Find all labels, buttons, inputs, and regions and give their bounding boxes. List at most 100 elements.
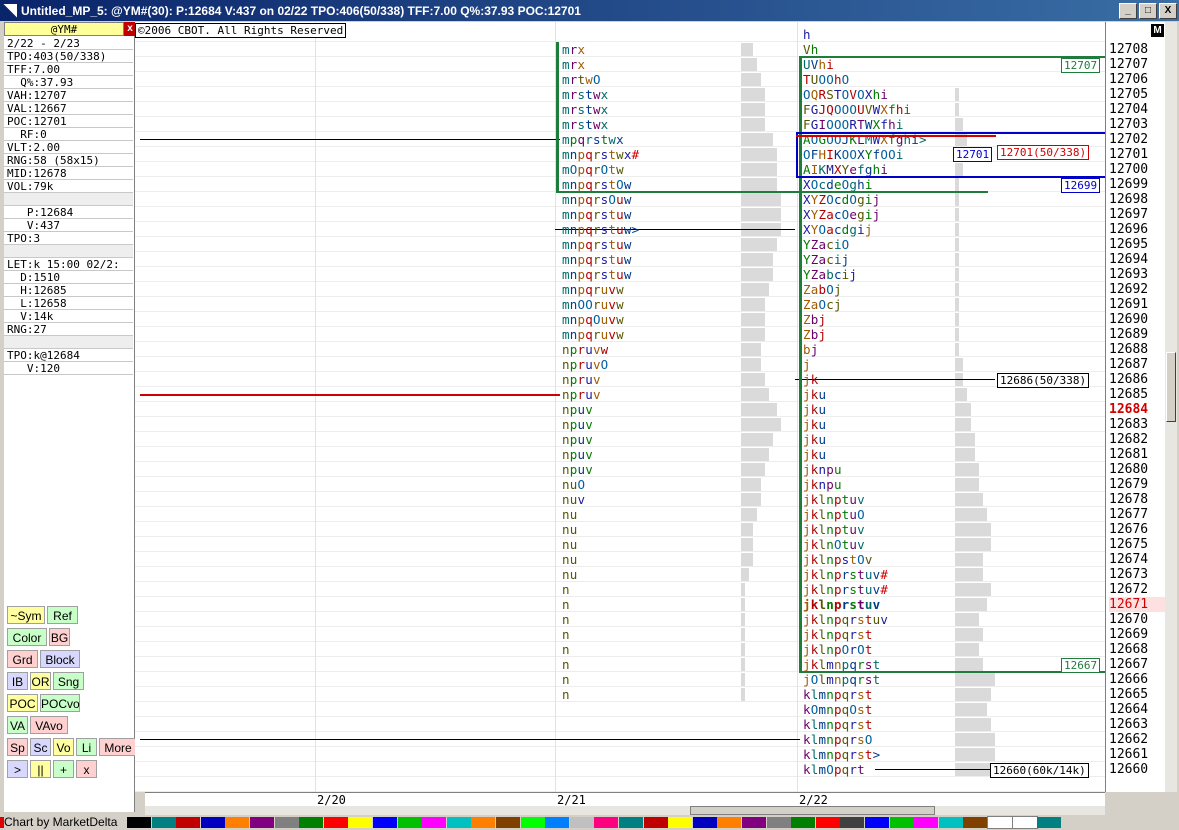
color-swatch[interactable] [348,817,373,828]
vertical-scroll-thumb[interactable] [1166,352,1176,422]
symbol-selector[interactable]: @YM# [4,22,124,36]
color-swatch[interactable] [766,817,791,828]
color-swatch[interactable] [471,817,496,828]
price-tag: 12699 [1061,178,1101,193]
toolbar-button-[interactable]: + [53,760,74,778]
volume-bar [741,508,757,521]
color-swatch[interactable] [397,817,422,828]
toolbar-button-more[interactable]: More [99,738,137,756]
color-swatch[interactable] [127,817,151,828]
color-swatch[interactable] [250,817,274,828]
color-swatch[interactable] [643,817,668,828]
color-swatch[interactable] [865,817,889,828]
color-swatch[interactable] [889,817,914,828]
color-swatch[interactable] [520,817,545,828]
color-swatch[interactable] [717,817,742,828]
color-swatch[interactable] [791,817,816,828]
color-swatch[interactable] [274,817,299,828]
tpo-letter: O [826,192,834,207]
tpo-letter: h [895,102,904,117]
color-swatch[interactable] [545,817,570,828]
color-swatch[interactable] [496,817,520,828]
tpo-row: ZabOj [803,282,842,297]
close-button[interactable]: X [1159,2,1177,19]
color-swatch[interactable] [299,817,324,828]
status-bar: Chart by MarketDelta [0,815,1179,830]
tpo-letter: t [857,597,865,612]
vertical-scrollbar[interactable] [1165,22,1177,792]
grid-line [135,431,1105,432]
volume-bar [741,178,777,191]
tpo-letter: k [810,372,819,387]
toolbar-button-x[interactable]: x [76,760,97,778]
color-swatch[interactable] [987,816,1013,829]
color-swatch[interactable] [323,817,348,828]
toolbar-button-vavo[interactable]: VAvo [30,716,68,734]
toolbar-button-vo[interactable]: Vo [53,738,74,756]
horizontal-scrollbar[interactable] [145,806,1105,815]
toolbar-button-[interactable]: || [30,760,51,778]
color-swatch[interactable] [1011,816,1038,829]
color-swatch[interactable] [594,817,619,828]
volume-bar [955,403,971,416]
tpo-letter: s [849,597,858,612]
tpo-letter: > [631,222,640,237]
tpo-row: npuv [562,417,593,432]
color-swatch[interactable] [176,817,201,828]
toolbar-button-sym[interactable]: ~Sym [7,606,45,624]
sidebar-stat-row: TFF:7.00 [4,63,133,76]
tpo-letter: n [562,597,570,612]
color-swatch[interactable] [446,817,471,828]
sidebar-stat-row: Q%:37.93 [4,76,133,89]
tpo-letter: j [803,522,811,537]
toolbar-button-[interactable]: > [7,760,28,778]
tpo-letter: w [616,162,624,177]
toolbar-button-grd[interactable]: Grd [7,650,38,668]
color-swatch[interactable] [225,817,250,828]
tpo-letter: i [826,57,834,72]
toolbar-button-or[interactable]: OR [30,672,51,690]
toolbar-button-poc[interactable]: POC [7,694,38,712]
volume-bar [741,73,761,86]
tpo-letter: v [608,297,617,312]
tpo-letter: q [849,657,858,672]
color-swatch[interactable] [963,817,988,828]
color-swatch[interactable] [840,817,865,828]
toolbar-button-pocvo[interactable]: POCvo [40,694,80,712]
color-swatch[interactable] [742,817,766,828]
maximize-button[interactable]: □ [1139,2,1157,19]
color-swatch[interactable] [373,817,397,828]
toolbar-button-sc[interactable]: Sc [30,738,51,756]
color-swatch[interactable] [200,817,225,828]
volume-bar [741,478,761,491]
window-title-bar[interactable]: Untitled_MP_5: @YM#(30): P:12684 V:437 o… [0,0,1179,21]
color-swatch[interactable] [815,817,840,828]
price-axis[interactable]: 12708 12707 12706 12705 12704 12703 12702 12701… [1105,22,1166,792]
color-swatch[interactable] [151,817,176,828]
color-swatch[interactable] [569,817,594,828]
grid-line [135,41,1105,42]
color-swatch[interactable] [422,817,447,828]
tpo-letter: # [880,567,889,582]
toolbar-button-va[interactable]: VA [7,716,28,734]
minimize-button[interactable]: _ [1119,2,1137,19]
toolbar-button-color[interactable]: Color [7,628,47,646]
toolbar-button-bg[interactable]: BG [49,628,70,646]
tpo-letter: j [818,312,827,327]
horizontal-scroll-thumb[interactable] [690,806,935,815]
toolbar-button-ref[interactable]: Ref [47,606,78,624]
toolbar-button-sng[interactable]: Sng [53,672,84,690]
color-swatch[interactable] [692,817,717,828]
color-swatch[interactable] [938,817,963,828]
toolbar-button-ib[interactable]: IB [7,672,28,690]
market-profile-chart[interactable]: ©2006 CBOT. All Rights Reserved mrx mrx mr… [135,22,1105,792]
tpo-letter: j [818,327,827,342]
color-swatch[interactable] [1037,817,1062,828]
toolbar-button-li[interactable]: Li [76,738,97,756]
tpo-letter: X [803,222,811,237]
color-swatch[interactable] [668,817,693,828]
color-swatch[interactable] [619,817,643,828]
color-swatch[interactable] [914,817,939,828]
toolbar-button-sp[interactable]: Sp [7,738,28,756]
toolbar-button-block[interactable]: Block [40,650,80,668]
